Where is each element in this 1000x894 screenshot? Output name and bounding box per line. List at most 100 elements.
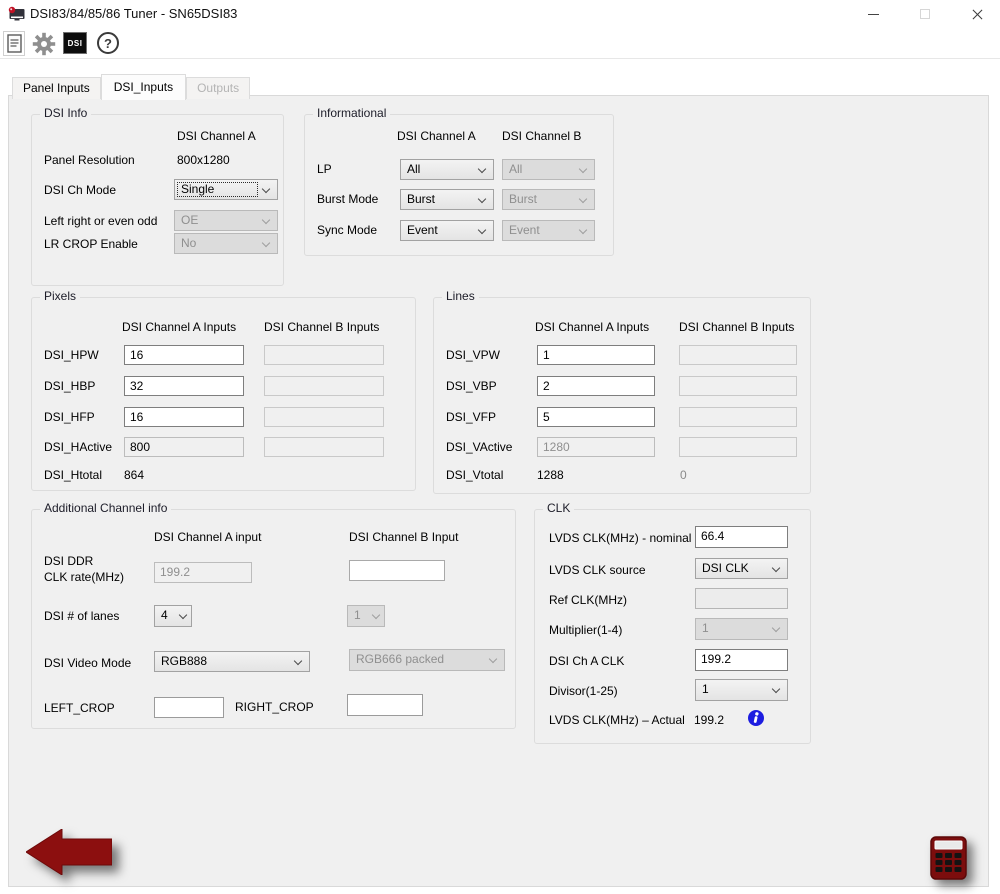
chevron-down-icon bbox=[262, 239, 270, 247]
group-title: Lines bbox=[442, 289, 479, 303]
toolbar: DSI ? bbox=[0, 28, 1000, 59]
column-header-a: DSI Channel A Inputs bbox=[535, 320, 649, 334]
dsi-vtotal-b-value: 0 bbox=[680, 468, 687, 482]
dsi-hactive-label: DSI_HActive bbox=[44, 440, 112, 454]
dsi-video-mode-a-value: RGB888 bbox=[161, 654, 207, 668]
dsi-vbp-a-input[interactable]: 2 bbox=[537, 376, 655, 396]
lvds-clk-source-value: DSI CLK bbox=[702, 561, 749, 575]
divisor-select[interactable]: 1 bbox=[695, 679, 788, 701]
burst-mode-a-select[interactable]: Burst bbox=[400, 189, 494, 210]
settings-button[interactable] bbox=[31, 31, 57, 56]
burst-mode-b-value: Burst bbox=[509, 192, 537, 206]
lvds-clk-nominal-input[interactable]: 66.4 bbox=[695, 526, 788, 548]
dsi-button[interactable]: DSI bbox=[63, 32, 87, 54]
minimize-icon bbox=[868, 14, 879, 15]
left-right-value: OE bbox=[181, 213, 198, 227]
lvds-clk-actual-label: LVDS CLK(MHz) – Actual bbox=[549, 713, 685, 727]
chevron-down-icon bbox=[478, 226, 486, 234]
column-header-b: DSI Channel B bbox=[502, 129, 581, 143]
dsi-lanes-b-select: 1 bbox=[347, 605, 385, 627]
dsi-hfp-a-input[interactable]: 16 bbox=[124, 407, 244, 427]
info-icon[interactable] bbox=[747, 709, 765, 727]
dsi-vactive-b-input bbox=[679, 437, 797, 457]
group-title: CLK bbox=[543, 501, 574, 515]
chevron-down-icon bbox=[579, 226, 587, 234]
dsi-vactive-a-input: 1280 bbox=[537, 437, 655, 457]
left-crop-label: LEFT_CROP bbox=[44, 701, 115, 715]
dsi-ch-a-clk-input[interactable]: 199.2 bbox=[695, 649, 788, 671]
chevron-down-icon bbox=[478, 195, 486, 203]
chevron-down-icon bbox=[772, 564, 780, 572]
burst-mode-a-value: Burst bbox=[407, 192, 435, 206]
dsi-vtotal-label: DSI_Vtotal bbox=[446, 468, 503, 482]
column-header-b: DSI Channel B Input bbox=[349, 530, 458, 544]
dsi-ch-mode-value: Single bbox=[181, 182, 214, 196]
dsi-hbp-b-input bbox=[264, 376, 384, 396]
dsi-hbp-a-input[interactable]: 32 bbox=[124, 376, 244, 396]
dsi-lanes-label: DSI # of lanes bbox=[44, 609, 119, 623]
dsi-ch-mode-label: DSI Ch Mode bbox=[44, 183, 116, 197]
maximize-button[interactable] bbox=[902, 0, 948, 28]
maximize-icon bbox=[920, 9, 930, 19]
dsi-lanes-a-value: 4 bbox=[161, 608, 168, 622]
dsi-ddr-label-line2: CLK rate(MHz) bbox=[44, 570, 124, 584]
multiplier-select: 1 bbox=[695, 618, 788, 640]
dsi-vfp-b-input bbox=[679, 407, 797, 427]
dsi-htotal-value: 864 bbox=[124, 468, 144, 482]
lvds-clk-actual-value: 199.2 bbox=[694, 713, 724, 727]
tab-dsi-inputs[interactable]: DSI_Inputs bbox=[101, 74, 186, 100]
report-button[interactable] bbox=[3, 31, 25, 56]
group-title: Additional Channel info bbox=[40, 501, 171, 515]
dsi-ddr-b-input bbox=[349, 560, 445, 581]
dsi-video-mode-b-value: RGB666 packed bbox=[356, 652, 444, 666]
back-arrow-button[interactable] bbox=[26, 829, 112, 875]
dsi-lanes-a-select[interactable]: 4 bbox=[154, 605, 192, 627]
close-icon bbox=[971, 8, 984, 21]
lvds-clk-source-select[interactable]: DSI CLK bbox=[695, 558, 788, 579]
dsi-ch-mode-select[interactable]: Single bbox=[174, 179, 278, 200]
sync-mode-b-value: Event bbox=[509, 223, 540, 237]
dsi-hactive-a-input: 800 bbox=[124, 437, 244, 457]
chevron-down-icon bbox=[772, 685, 780, 693]
right-crop-input[interactable] bbox=[347, 694, 423, 716]
minimize-button[interactable] bbox=[850, 0, 896, 28]
chevron-down-icon bbox=[579, 195, 587, 203]
multiplier-value: 1 bbox=[702, 621, 709, 635]
clk-group: CLK LVDS CLK(MHz) - nominal 66.4 LVDS CL… bbox=[534, 509, 811, 744]
chevron-down-icon bbox=[262, 216, 270, 224]
dsi-video-mode-b-select: RGB666 packed bbox=[349, 649, 505, 671]
help-icon: ? bbox=[104, 36, 112, 51]
dsi-vfp-a-input[interactable]: 5 bbox=[537, 407, 655, 427]
dsi-ddr-a-input: 199.2 bbox=[154, 562, 252, 583]
lvds-clk-nominal-label: LVDS CLK(MHz) - nominal bbox=[549, 531, 691, 545]
column-header-a: DSI Channel A Inputs bbox=[122, 320, 236, 334]
additional-channel-group: Additional Channel info DSI Channel A in… bbox=[31, 509, 516, 729]
dsi-vpw-b-input bbox=[679, 345, 797, 365]
dsi-htotal-label: DSI_Htotal bbox=[44, 468, 102, 482]
column-header-b: DSI Channel B Inputs bbox=[679, 320, 794, 334]
sync-mode-a-select[interactable]: Event bbox=[400, 220, 494, 241]
lp-a-select[interactable]: All bbox=[400, 159, 494, 180]
panel-resolution-label: Panel Resolution bbox=[44, 153, 135, 167]
lp-a-value: All bbox=[407, 162, 420, 176]
left-crop-input[interactable] bbox=[154, 697, 224, 718]
sync-mode-label: Sync Mode bbox=[317, 223, 377, 237]
dsi-inputs-page: DSI Info DSI Channel A Panel Resolution … bbox=[8, 95, 989, 887]
dsi-vpw-a-input[interactable]: 1 bbox=[537, 345, 655, 365]
close-button[interactable] bbox=[954, 0, 1000, 28]
column-header-a: DSI Channel A input bbox=[154, 530, 261, 544]
calculator-button[interactable] bbox=[930, 836, 967, 880]
burst-mode-b-select: Burst bbox=[502, 189, 595, 210]
dsi-hpw-a-input[interactable]: 16 bbox=[124, 345, 244, 365]
dsi-vbp-label: DSI_VBP bbox=[446, 379, 497, 393]
chevron-down-icon bbox=[294, 657, 302, 665]
dsi-hbp-label: DSI_HBP bbox=[44, 379, 95, 393]
column-header-a: DSI Channel A bbox=[397, 129, 476, 143]
tab-panel-inputs[interactable]: Panel Inputs bbox=[12, 77, 101, 99]
dsi-vpw-label: DSI_VPW bbox=[446, 348, 500, 362]
help-button[interactable]: ? bbox=[97, 32, 119, 54]
dsi-ch-a-clk-label: DSI Ch A CLK bbox=[549, 654, 624, 668]
dsi-hactive-b-input bbox=[264, 437, 384, 457]
lr-crop-label: LR CROP Enable bbox=[44, 237, 138, 251]
dsi-video-mode-a-select[interactable]: RGB888 bbox=[154, 651, 310, 672]
